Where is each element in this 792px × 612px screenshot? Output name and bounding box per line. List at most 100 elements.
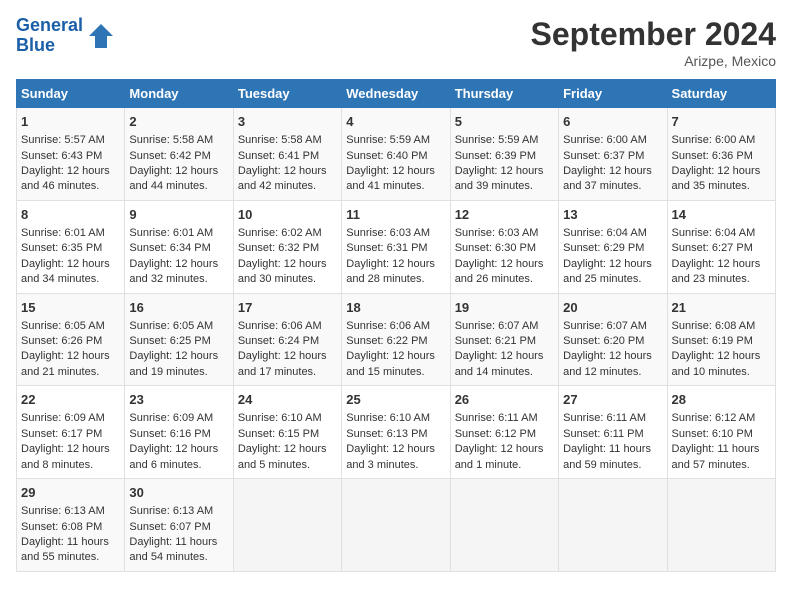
day-info-line: Daylight: 12 hours — [238, 164, 337, 179]
calendar-header: SundayMondayTuesdayWednesdayThursdayFrid… — [17, 80, 776, 108]
day-number: 9 — [129, 206, 228, 224]
day-info-line: Daylight: 12 hours — [129, 442, 228, 457]
day-info-line: Sunrise: 6:08 AM — [672, 319, 771, 334]
calendar-cell: 26Sunrise: 6:11 AMSunset: 6:12 PMDayligh… — [450, 386, 558, 479]
day-info-line: Daylight: 12 hours — [455, 257, 554, 272]
day-info-line: Sunset: 6:40 PM — [346, 149, 445, 164]
day-info-line: Daylight: 12 hours — [563, 349, 662, 364]
day-info-line: Sunset: 6:32 PM — [238, 241, 337, 256]
col-header-friday: Friday — [559, 80, 667, 108]
calendar-cell: 5Sunrise: 5:59 AMSunset: 6:39 PMDaylight… — [450, 108, 558, 201]
day-info-line: Daylight: 12 hours — [672, 349, 771, 364]
day-info-line: Daylight: 12 hours — [238, 257, 337, 272]
day-info-line: Sunset: 6:19 PM — [672, 334, 771, 349]
day-info-line: Daylight: 12 hours — [238, 442, 337, 457]
day-info-line: Sunset: 6:35 PM — [21, 241, 120, 256]
day-info-line: Daylight: 12 hours — [21, 164, 120, 179]
day-number: 11 — [346, 206, 445, 224]
day-info-line: Sunset: 6:22 PM — [346, 334, 445, 349]
calendar-cell: 18Sunrise: 6:06 AMSunset: 6:22 PMDayligh… — [342, 293, 450, 386]
day-info-line: Sunrise: 5:59 AM — [346, 133, 445, 148]
day-number: 10 — [238, 206, 337, 224]
day-info-line: Sunset: 6:17 PM — [21, 427, 120, 442]
day-info-line: Daylight: 12 hours — [129, 164, 228, 179]
day-info-line: and 59 minutes. — [563, 458, 662, 473]
day-info-line: Daylight: 12 hours — [455, 349, 554, 364]
day-info-line: Daylight: 12 hours — [563, 257, 662, 272]
day-info-line: and 10 minutes. — [672, 365, 771, 380]
day-info-line: Sunrise: 5:58 AM — [129, 133, 228, 148]
day-info-line: Sunset: 6:12 PM — [455, 427, 554, 442]
day-info-line: Daylight: 11 hours — [21, 535, 120, 550]
col-header-wednesday: Wednesday — [342, 80, 450, 108]
month-title: September 2024 — [531, 16, 776, 53]
calendar-cell: 4Sunrise: 5:59 AMSunset: 6:40 PMDaylight… — [342, 108, 450, 201]
day-info-line: and 3 minutes. — [346, 458, 445, 473]
title-block: September 2024 Arizpe, Mexico — [531, 16, 776, 69]
calendar-cell: 30Sunrise: 6:13 AMSunset: 6:07 PMDayligh… — [125, 479, 233, 572]
day-number: 27 — [563, 391, 662, 409]
calendar-cell: 19Sunrise: 6:07 AMSunset: 6:21 PMDayligh… — [450, 293, 558, 386]
calendar-cell: 14Sunrise: 6:04 AMSunset: 6:27 PMDayligh… — [667, 200, 775, 293]
day-info-line: Daylight: 11 hours — [563, 442, 662, 457]
day-number: 4 — [346, 113, 445, 131]
day-number: 20 — [563, 299, 662, 317]
day-info-line: and 30 minutes. — [238, 272, 337, 287]
calendar-body: 1Sunrise: 5:57 AMSunset: 6:43 PMDaylight… — [17, 108, 776, 572]
day-info-line: Sunset: 6:42 PM — [129, 149, 228, 164]
day-number: 22 — [21, 391, 120, 409]
day-info-line: and 28 minutes. — [346, 272, 445, 287]
week-row: 1Sunrise: 5:57 AMSunset: 6:43 PMDaylight… — [17, 108, 776, 201]
day-info-line: and 1 minute. — [455, 458, 554, 473]
calendar-cell: 7Sunrise: 6:00 AMSunset: 6:36 PMDaylight… — [667, 108, 775, 201]
calendar-cell: 23Sunrise: 6:09 AMSunset: 6:16 PMDayligh… — [125, 386, 233, 479]
day-info-line: and 44 minutes. — [129, 179, 228, 194]
day-info-line: and 37 minutes. — [563, 179, 662, 194]
day-info-line: Sunset: 6:36 PM — [672, 149, 771, 164]
calendar-cell: 15Sunrise: 6:05 AMSunset: 6:26 PMDayligh… — [17, 293, 125, 386]
day-number: 23 — [129, 391, 228, 409]
day-info-line: and 26 minutes. — [455, 272, 554, 287]
day-info-line: Sunrise: 6:09 AM — [129, 411, 228, 426]
day-info-line: and 42 minutes. — [238, 179, 337, 194]
day-info-line: Sunrise: 6:09 AM — [21, 411, 120, 426]
day-info-line: and 14 minutes. — [455, 365, 554, 380]
day-number: 7 — [672, 113, 771, 131]
calendar-cell — [233, 479, 341, 572]
day-number: 28 — [672, 391, 771, 409]
week-row: 15Sunrise: 6:05 AMSunset: 6:26 PMDayligh… — [17, 293, 776, 386]
day-info-line: Sunrise: 6:07 AM — [455, 319, 554, 334]
day-info-line: and 8 minutes. — [21, 458, 120, 473]
day-number: 16 — [129, 299, 228, 317]
day-info-line: Sunset: 6:15 PM — [238, 427, 337, 442]
day-number: 15 — [21, 299, 120, 317]
day-info-line: and 39 minutes. — [455, 179, 554, 194]
day-info-line: and 17 minutes. — [238, 365, 337, 380]
day-info-line: Daylight: 11 hours — [129, 535, 228, 550]
calendar-cell: 8Sunrise: 6:01 AMSunset: 6:35 PMDaylight… — [17, 200, 125, 293]
day-info-line: and 32 minutes. — [129, 272, 228, 287]
calendar-cell: 11Sunrise: 6:03 AMSunset: 6:31 PMDayligh… — [342, 200, 450, 293]
calendar-cell: 16Sunrise: 6:05 AMSunset: 6:25 PMDayligh… — [125, 293, 233, 386]
day-number: 13 — [563, 206, 662, 224]
day-info-line: Daylight: 12 hours — [21, 442, 120, 457]
day-number: 29 — [21, 484, 120, 502]
col-header-thursday: Thursday — [450, 80, 558, 108]
day-info-line: Sunset: 6:13 PM — [346, 427, 445, 442]
calendar-cell: 17Sunrise: 6:06 AMSunset: 6:24 PMDayligh… — [233, 293, 341, 386]
day-info-line: Sunset: 6:25 PM — [129, 334, 228, 349]
week-row: 29Sunrise: 6:13 AMSunset: 6:08 PMDayligh… — [17, 479, 776, 572]
day-info-line: Sunrise: 6:11 AM — [455, 411, 554, 426]
logo-icon — [87, 22, 115, 50]
location: Arizpe, Mexico — [531, 53, 776, 69]
day-info-line: Sunrise: 6:05 AM — [21, 319, 120, 334]
day-info-line: Sunset: 6:20 PM — [563, 334, 662, 349]
day-info-line: Sunset: 6:10 PM — [672, 427, 771, 442]
header-row: SundayMondayTuesdayWednesdayThursdayFrid… — [17, 80, 776, 108]
calendar-cell — [342, 479, 450, 572]
page-header: General Blue September 2024 Arizpe, Mexi… — [16, 16, 776, 69]
col-header-tuesday: Tuesday — [233, 80, 341, 108]
day-number: 3 — [238, 113, 337, 131]
day-info-line: and 46 minutes. — [21, 179, 120, 194]
calendar-cell: 9Sunrise: 6:01 AMSunset: 6:34 PMDaylight… — [125, 200, 233, 293]
